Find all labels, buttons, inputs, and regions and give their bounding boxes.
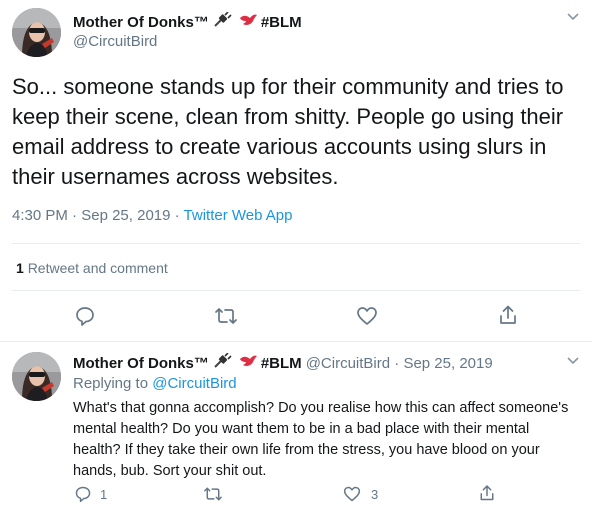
retweet-icon [203, 485, 223, 503]
red-bird-icon [238, 353, 258, 374]
retweet-button[interactable] [203, 485, 223, 503]
chevron-down-icon[interactable] [566, 356, 580, 366]
tweet-source[interactable]: Twitter Web App [184, 207, 293, 224]
separator: · [72, 207, 82, 224]
reply-count: 1 [100, 486, 108, 502]
author-header: Mother Of Donks™ #BLM [73, 11, 302, 33]
like-button[interactable]: 3 [343, 485, 378, 503]
avatar[interactable] [12, 8, 61, 57]
chevron-down-icon[interactable] [566, 12, 580, 22]
share-button[interactable] [478, 484, 496, 502]
share-icon [478, 484, 496, 502]
separator: · [390, 355, 404, 372]
reply-button[interactable] [74, 305, 96, 327]
retweet-comment-label: Retweet and comment [27, 260, 168, 276]
hashtag-blm[interactable]: #BLM [261, 14, 302, 31]
reply-icon [74, 305, 96, 327]
reply-author-header: Mother Of Donks™ #BLM @CircuitBird · Sep… [73, 352, 493, 374]
divider [12, 243, 580, 244]
tweet-meta: 4:30 PM · Sep 25, 2019 · Twitter Web App [12, 207, 293, 224]
author-name[interactable]: Mother Of Donks™ [73, 14, 209, 31]
tweet-date[interactable]: Sep 25, 2019 [81, 207, 170, 224]
reply-date[interactable]: Sep 25, 2019 [403, 355, 492, 372]
replying-to: Replying to @CircuitBird [73, 375, 237, 392]
reply-text: What's that gonna accomplish? Do you rea… [73, 400, 569, 479]
replying-to-link[interactable]: @CircuitBird [152, 375, 236, 392]
author-handle[interactable]: @CircuitBird [73, 33, 157, 50]
red-bird-icon [238, 12, 258, 33]
reply-button[interactable]: 1 [74, 485, 107, 503]
retweet-comment-count: 1 [16, 260, 24, 276]
like-button[interactable] [356, 305, 378, 327]
divider [0, 341, 592, 342]
plug-icon [212, 352, 232, 374]
like-icon [343, 485, 361, 503]
reply-icon [74, 485, 92, 503]
reply-author-handle[interactable]: @CircuitBird [306, 355, 390, 372]
like-icon [356, 305, 378, 327]
retweet-button[interactable] [214, 305, 238, 327]
retweet-icon [214, 305, 238, 327]
replying-to-label: Replying to [73, 375, 149, 392]
tweet-time[interactable]: 4:30 PM [12, 207, 68, 224]
tweet-text: So... someone stands up for their commun… [12, 74, 564, 189]
reply-avatar[interactable] [12, 352, 61, 401]
share-button[interactable] [497, 304, 519, 326]
reply-author-name[interactable]: Mother Of Donks™ [73, 355, 209, 372]
hashtag-blm[interactable]: #BLM [261, 355, 302, 372]
like-count: 3 [371, 486, 379, 502]
share-icon [497, 304, 519, 326]
retweet-comment-stat[interactable]: 1 Retweet and comment [16, 260, 168, 276]
divider [12, 290, 580, 291]
plug-icon [212, 11, 232, 33]
separator: · [174, 207, 184, 224]
